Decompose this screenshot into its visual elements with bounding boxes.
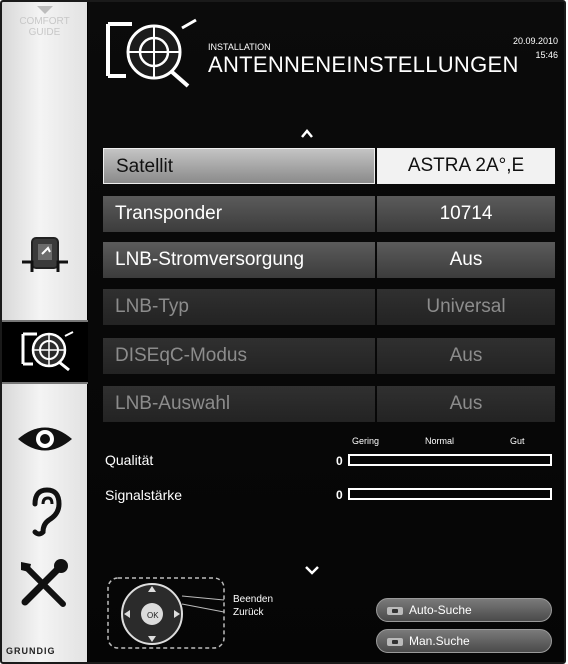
antenna-settings-icon [21,331,74,372]
scroll-down-icon[interactable] [304,564,320,576]
scroll-up-icon[interactable] [300,126,314,140]
signal-strength-label: Signalstärke [105,487,183,503]
time-label: 15:46 [535,50,558,60]
remote-navigation-icon: OK [107,577,225,649]
quality-bar [348,454,552,466]
menu-row-value[interactable]: 10714 [377,196,555,232]
scale-high-label: Gut [510,436,525,446]
comfort-guide-line2: GUIDE [28,27,61,38]
exit-hint: Beenden [233,594,274,605]
signal-strength-value: 0 [336,488,343,502]
menu-row-transponder[interactable]: Transponder 10714 [103,196,555,232]
brand-logo: GRUNDIG [6,646,56,656]
section-label: INSTALLATION [208,42,271,52]
tools-icon [20,559,68,607]
red-key-icon [387,606,403,615]
ear-icon [32,487,62,537]
triangle-down-icon [36,6,53,14]
quality-value: 0 [336,454,343,468]
sidebar-item-picture[interactable] [2,407,87,471]
signal-strength-bar [348,488,552,500]
menu-row-label: Satellit [103,148,375,184]
menu-row-label: LNB-Stromversorgung [103,242,375,278]
menu-row-lnb-typ: LNB-Typ Universal [103,289,555,325]
quality-label: Qualität [105,452,154,468]
comfort-guide[interactable]: COMFORT GUIDE [2,6,87,38]
back-hint: Zurück [233,607,264,618]
manual-search-button[interactable]: Man.Suche [376,629,552,653]
sidebar: COMFORT GUIDE GRUNDIG [2,2,94,662]
menu-row-satellit[interactable]: Satellit ASTRA 2A°,E [103,148,555,184]
svg-text:OK: OK [147,611,159,620]
menu-row-lnb-auswahl: LNB-Auswahl Aus [103,386,555,422]
menu-row-label: Transponder [103,196,375,232]
scale-mid-label: Normal [425,436,455,446]
tv-menu-frame: COMFORT GUIDE GRUNDIG INSTALLATION ANTEN… [0,0,566,664]
auto-search-button[interactable]: Auto-Suche [376,598,552,622]
date-label: 20.09.2010 [512,36,558,46]
menu-row-label: LNB-Auswahl [103,386,375,422]
auto-search-label: Auto-Suche [409,603,472,617]
menu-row-value: Aus [377,386,555,422]
comfort-guide-line1: COMFORT [19,16,70,27]
main-panel: INSTALLATION ANTENNENEINSTELLUNGEN 20.09… [88,2,564,662]
menu-row-value: Universal [377,289,555,325]
menu-row-lnb-stromversorgung[interactable]: LNB-Stromversorgung Aus [103,242,555,278]
menu-row-value[interactable]: Aus [377,242,555,278]
sidebar-item-source[interactable] [2,225,87,289]
eye-icon [17,427,72,451]
page-title: ANTENNENEINSTELLUNGEN [208,52,519,77]
menu-row-value[interactable]: ASTRA 2A°,E [377,148,555,184]
menu-row-label: LNB-Typ [103,289,375,325]
sidebar-item-settings[interactable] [2,552,87,616]
menu-row-diseqc-modus: DISEqC-Modus Aus [103,338,555,374]
source-icon [21,237,68,272]
menu-row-value: Aus [377,338,555,374]
scale-low-label: Gering [352,436,380,446]
green-key-icon [387,637,403,646]
manual-search-label: Man.Suche [409,634,470,648]
antenna-settings-header-icon [106,18,197,88]
sidebar-item-sound[interactable] [2,480,87,544]
sidebar-item-installation[interactable] [2,320,94,384]
menu-row-label: DISEqC-Modus [103,338,375,374]
